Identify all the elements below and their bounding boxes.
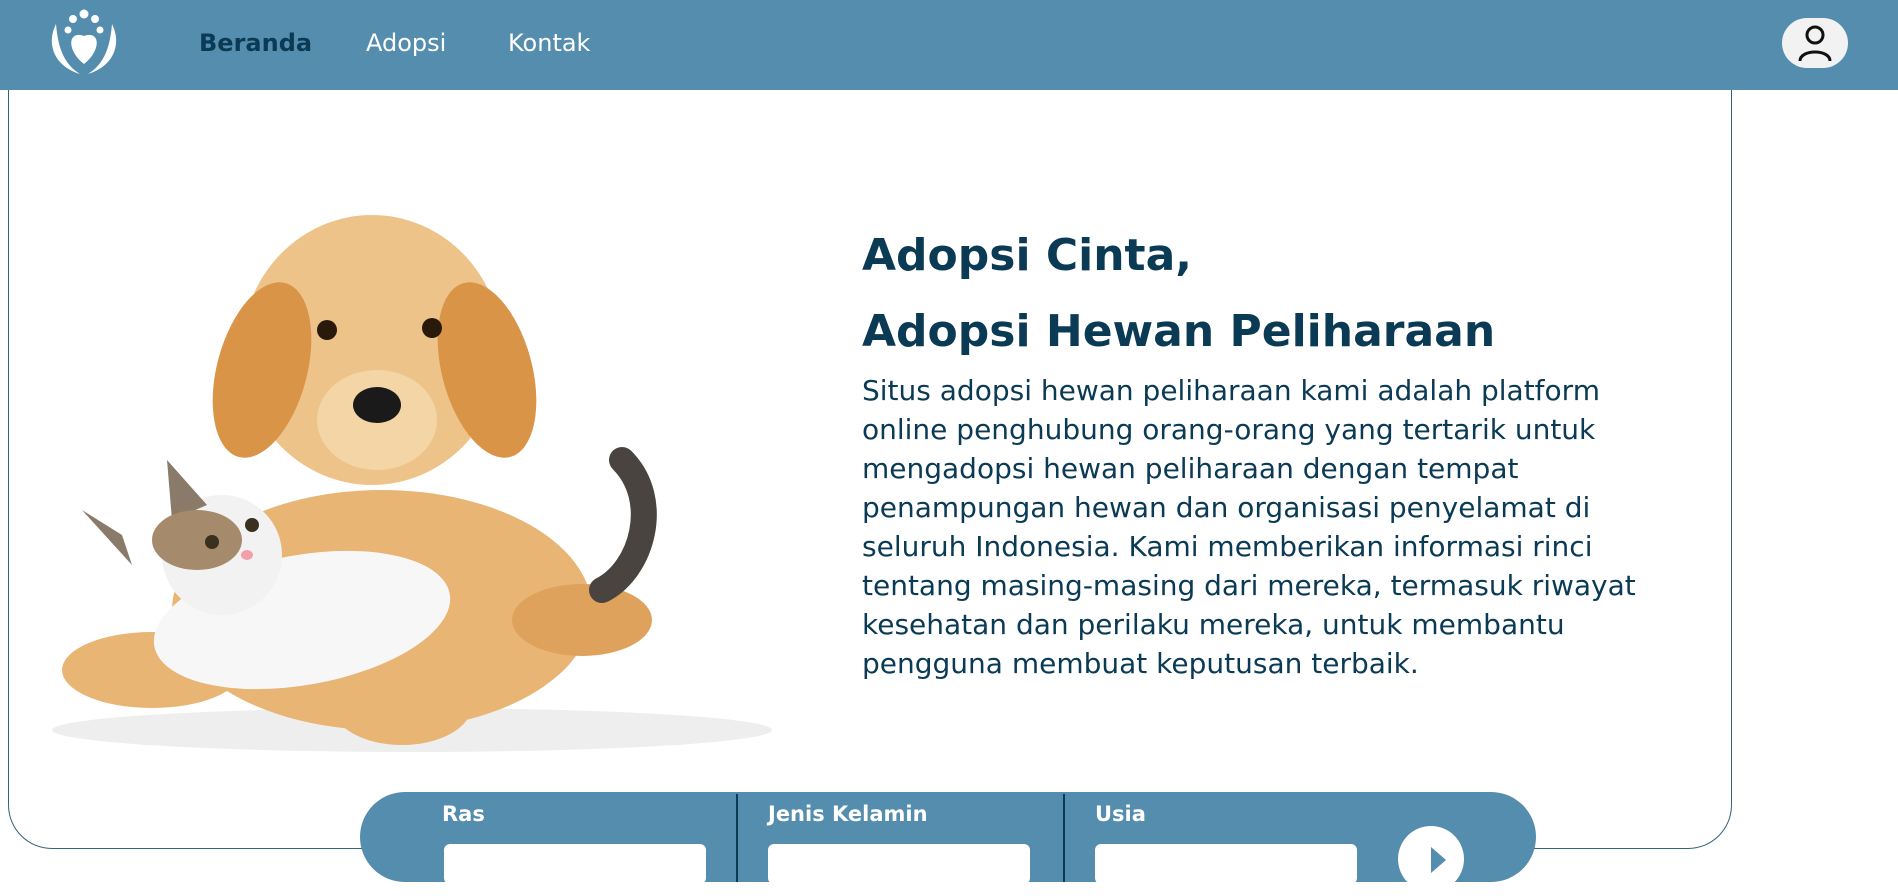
- filter-usia-label: Usia: [1095, 802, 1146, 826]
- nav-item-beranda[interactable]: Beranda: [199, 28, 312, 58]
- user-icon: [1798, 25, 1832, 62]
- filter-ras-label: Ras: [442, 802, 485, 826]
- hero-description: Situs adopsi hewan peliharaan kami adala…: [862, 374, 1636, 680]
- puppy-kitten-image: [52, 215, 772, 752]
- nav-item-adopsi[interactable]: Adopsi: [366, 28, 446, 58]
- arrow-search-icon: [1431, 847, 1446, 873]
- usia-input[interactable]: [1095, 844, 1357, 884]
- filter-ras: Ras: [360, 792, 736, 884]
- top-navbar: Beranda Adopsi Kontak: [0, 0, 1898, 90]
- paw-heart-logo-icon[interactable]: [44, 6, 124, 74]
- nav-item-kontak[interactable]: Kontak: [508, 28, 590, 58]
- filter-jenis-kelamin-label: Jenis Kelamin: [768, 802, 928, 826]
- jenis-kelamin-input[interactable]: [768, 844, 1030, 884]
- pet-filter-bar: Ras Jenis Kelamin Usia: [360, 792, 1536, 892]
- filter-jenis-kelamin: Jenis Kelamin: [738, 792, 1064, 884]
- search-button[interactable]: [1398, 826, 1464, 892]
- filter-usia: Usia: [1065, 792, 1395, 884]
- hero-title: Adopsi Cinta, Adopsi Hewan Peliharaan: [862, 218, 1762, 370]
- profile-button[interactable]: [1782, 18, 1848, 68]
- hero-title-line1: Adopsi Cinta,: [862, 230, 1192, 281]
- hero-title-line2: Adopsi Hewan Peliharaan: [862, 306, 1496, 357]
- ras-input[interactable]: [444, 844, 706, 884]
